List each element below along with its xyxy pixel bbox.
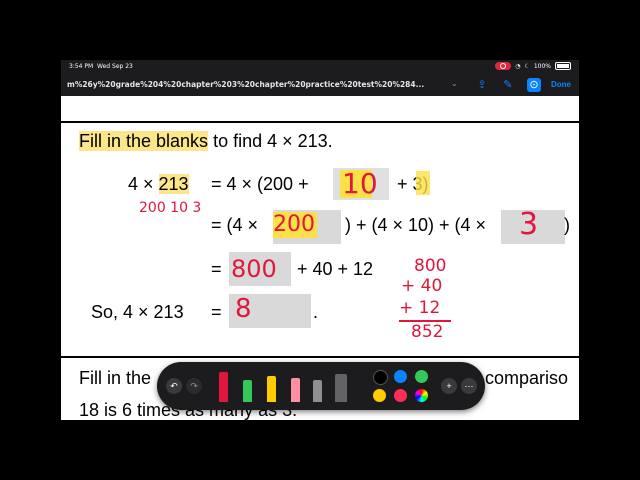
document-url[interactable]: m%26y%20grade%204%20chapter%203%20chapte… [67, 80, 447, 89]
highlight-mark [416, 171, 430, 195]
row4-period: . [313, 302, 319, 322]
chevron-down-icon[interactable]: ⌄ [451, 79, 458, 88]
question-2-end: compariso [485, 368, 569, 388]
answer-blank-4: 800 [231, 255, 277, 283]
row3-tail: + 40 + 12 [297, 259, 374, 279]
undo-icon[interactable]: ↶ [166, 378, 182, 394]
status-time: 3:54 PM Wed Sep 23 [69, 63, 133, 70]
row2-middle: ) + (4 × 10) + (4 × [345, 215, 487, 235]
answer-blank-1: 10 [342, 167, 378, 200]
color-black[interactable] [373, 370, 388, 385]
answer-blank-2: 200 [273, 212, 315, 237]
markup-toggle-icon[interactable]: ⊙ [527, 78, 541, 92]
pen-tool[interactable] [219, 372, 228, 402]
highlighter-tool[interactable] [267, 376, 276, 402]
question-2-start: Fill in the [79, 368, 152, 388]
divider [61, 121, 579, 123]
document-toolbar: m%26y%20grade%204%20chapter%203%20chapte… [61, 74, 579, 96]
row3-equals: = [211, 259, 222, 279]
ruler-tool[interactable] [335, 374, 347, 402]
color-green[interactable] [415, 370, 428, 383]
sum-top: 800 [414, 256, 447, 276]
moon-icon: ☾ [524, 62, 530, 70]
row4-label: So, 4 × 213 [91, 302, 184, 322]
color-picker-icon[interactable] [415, 389, 428, 402]
divider [61, 356, 579, 358]
row2-end: ) [564, 215, 570, 235]
sum-lower: + 12 [399, 298, 441, 318]
marker-tool[interactable] [243, 380, 252, 402]
row1-left: 4 × 213 [128, 174, 189, 194]
pencil-tool[interactable] [313, 380, 322, 402]
redo-icon[interactable]: ↷ [186, 378, 202, 394]
battery-percent: 100% [533, 62, 551, 70]
row2-start: = (4 × [211, 215, 259, 235]
screen-record-icon[interactable] [495, 62, 512, 70]
status-right: ◔ ☾ 100% [495, 62, 571, 70]
color-yellow[interactable] [373, 389, 386, 402]
markup-pen-icon[interactable]: ✎ [501, 78, 515, 92]
row4-equals: = [211, 302, 222, 322]
markup-toolbar: ↶ ↷ + ⋯ [157, 362, 485, 410]
status-bar: 3:54 PM Wed Sep 23 ◔ ☾ 100% [61, 60, 579, 74]
row1-equation: = 4 × (200 + [211, 174, 309, 194]
answer-blank-5: 8 [235, 294, 252, 324]
share-icon[interactable]: ⇪ [475, 78, 489, 92]
eraser-tool[interactable] [291, 378, 300, 402]
color-blue[interactable] [394, 370, 407, 383]
color-red[interactable] [394, 389, 407, 402]
question-1-heading: Fill in the blanks to find 4 × 213. [79, 131, 333, 151]
sum-middle: + 40 [401, 276, 443, 296]
battery-icon [555, 62, 571, 70]
wifi-icon: ◔ [515, 62, 521, 70]
more-icon[interactable]: ⋯ [461, 378, 477, 394]
answer-blank-3: 3 [519, 207, 539, 242]
sum-total: 852 [411, 322, 444, 342]
done-button[interactable]: Done [551, 80, 571, 89]
add-icon[interactable]: + [441, 378, 457, 394]
expanded-form-note: 200 10 3 [139, 200, 202, 216]
